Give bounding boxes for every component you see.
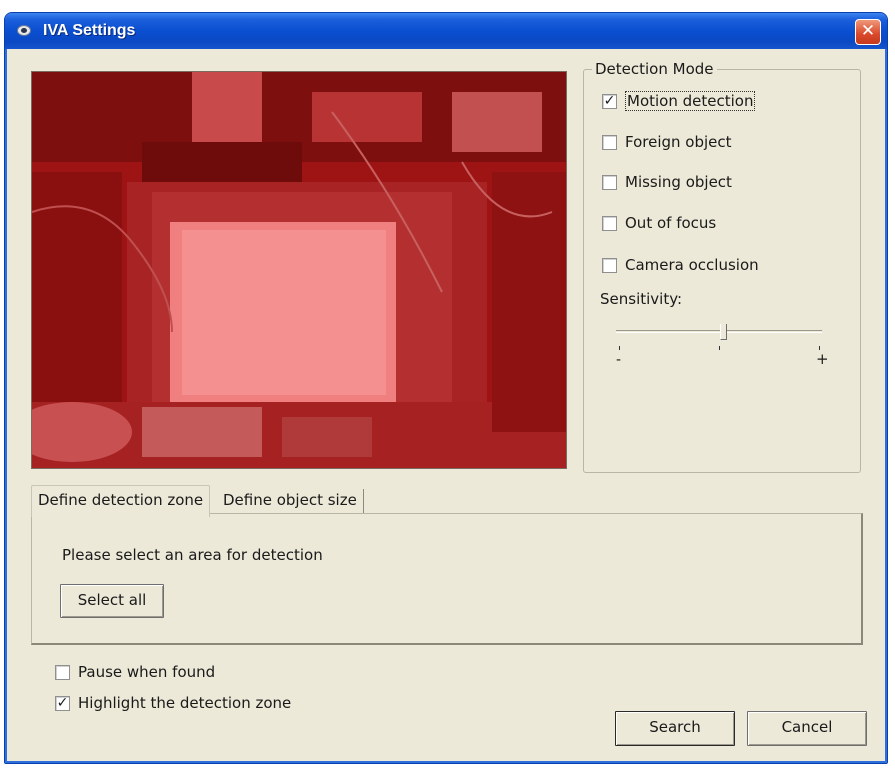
search-button[interactable]: Search bbox=[615, 711, 735, 746]
out-of-focus-label: Out of focus bbox=[625, 214, 717, 232]
tab-define-detection-zone[interactable]: Define detection zone bbox=[31, 485, 211, 517]
out-of-focus-option[interactable]: Out of focus bbox=[602, 212, 716, 234]
title-bar[interactable]: IVA Settings ✕ bbox=[5, 13, 887, 49]
slider-min-label: - bbox=[616, 352, 622, 368]
panel-instruction: Please select an area for detection bbox=[62, 546, 323, 564]
detection-zone-panel: Please select an area for detection Sele… bbox=[31, 513, 863, 645]
missing-object-label: Missing object bbox=[625, 173, 732, 191]
cancel-button[interactable]: Cancel bbox=[747, 711, 867, 746]
missing-object-checkbox[interactable] bbox=[602, 174, 617, 190]
missing-object-option[interactable]: Missing object bbox=[602, 171, 732, 193]
camera-preview[interactable] bbox=[31, 71, 567, 469]
iva-settings-dialog: IVA Settings ✕ Detection Mode ✓ Motion d… bbox=[4, 12, 888, 764]
highlight-zone-option[interactable]: ✓ Highlight the detection zone bbox=[55, 692, 291, 714]
slider-thumb[interactable] bbox=[720, 324, 727, 340]
detection-mode-legend: Detection Mode bbox=[592, 60, 717, 78]
slider-track[interactable] bbox=[616, 330, 822, 333]
pause-when-found-label: Pause when found bbox=[78, 663, 216, 681]
slider-max-label: + bbox=[816, 350, 829, 368]
camera-occlusion-label: Camera occlusion bbox=[625, 256, 759, 274]
highlight-zone-label: Highlight the detection zone bbox=[78, 694, 292, 712]
slider-tick bbox=[619, 346, 620, 350]
detection-mode-group: Detection Mode ✓ Motion detection Foreig… bbox=[583, 60, 861, 473]
window-title: IVA Settings bbox=[43, 22, 136, 39]
camera-occlusion-option[interactable]: Camera occlusion bbox=[602, 254, 759, 276]
close-icon: ✕ bbox=[860, 21, 876, 41]
check-icon: ✓ bbox=[603, 92, 616, 109]
sensitivity-label: Sensitivity: bbox=[600, 290, 683, 308]
camera-eye-icon bbox=[17, 25, 31, 36]
foreign-object-checkbox[interactable] bbox=[602, 134, 617, 150]
camera-occlusion-checkbox[interactable] bbox=[602, 257, 617, 273]
check-icon: ✓ bbox=[56, 694, 69, 711]
close-button[interactable]: ✕ bbox=[855, 19, 881, 45]
motion-detection-option[interactable]: ✓ Motion detection bbox=[602, 90, 756, 112]
motion-detection-label: Motion detection bbox=[625, 91, 756, 111]
motion-detection-checkbox[interactable]: ✓ bbox=[602, 92, 617, 109]
pause-when-found-checkbox[interactable] bbox=[55, 664, 70, 680]
highlight-zone-checkbox[interactable]: ✓ bbox=[55, 694, 70, 711]
foreign-object-option[interactable]: Foreign object bbox=[602, 131, 732, 153]
out-of-focus-checkbox[interactable] bbox=[602, 215, 617, 231]
tab-define-object-size[interactable]: Define object size bbox=[217, 489, 364, 515]
slider-tick bbox=[719, 346, 720, 350]
foreign-object-label: Foreign object bbox=[625, 133, 732, 151]
select-all-button[interactable]: Select all bbox=[60, 584, 164, 618]
camera-preview-image bbox=[32, 72, 566, 468]
pause-when-found-option[interactable]: Pause when found bbox=[55, 661, 215, 683]
sensitivity-slider[interactable]: - + bbox=[616, 322, 829, 368]
